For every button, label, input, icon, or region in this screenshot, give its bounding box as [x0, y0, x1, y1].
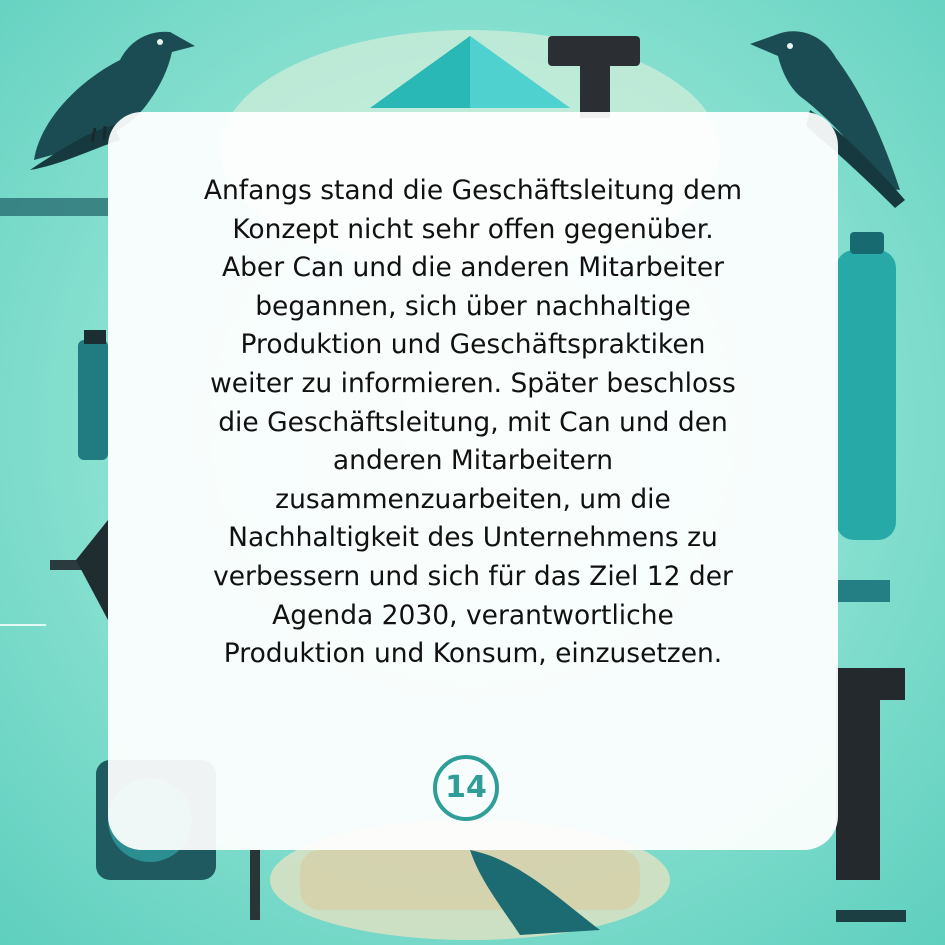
story-line: Produktion und Geschäftspraktiken	[240, 329, 706, 361]
story-line: Anfangs stand die Geschäftsleitung dem	[203, 175, 743, 206]
story-line: die Geschäftsleitung, mit Can und den	[218, 406, 728, 438]
story-line: anderen Mitarbeitern	[332, 445, 614, 477]
story-line: Konzept nicht sehr offen gegenüber.	[232, 213, 714, 245]
page-number-badge: 14	[433, 755, 499, 821]
story-line: verbessern und sich für das Ziel 12 der	[213, 560, 733, 592]
text-card: Anfangs stand die Geschäftsleitung dem K…	[108, 112, 838, 850]
story-line: Produktion und Konsum, einzusetzen.	[223, 638, 723, 670]
book-page: Anfangs stand die Geschäftsleitung dem K…	[0, 0, 945, 945]
story-line: begannen, sich über nachhaltige	[255, 290, 691, 322]
story-line: zusammenzuarbeiten, um die	[275, 483, 671, 515]
story-line: Agenda 2030, verantwortliche	[272, 599, 674, 631]
story-text: Anfangs stand die Geschäftsleitung dem K…	[138, 172, 808, 674]
story-line: Nachhaltigkeit des Unternehmens zu	[228, 522, 718, 554]
story-line: Aber Can und die anderen Mitarbeiter	[221, 252, 725, 284]
page-number: 14	[445, 770, 487, 805]
story-line: weiter zu informieren. Später beschloss	[210, 367, 736, 399]
